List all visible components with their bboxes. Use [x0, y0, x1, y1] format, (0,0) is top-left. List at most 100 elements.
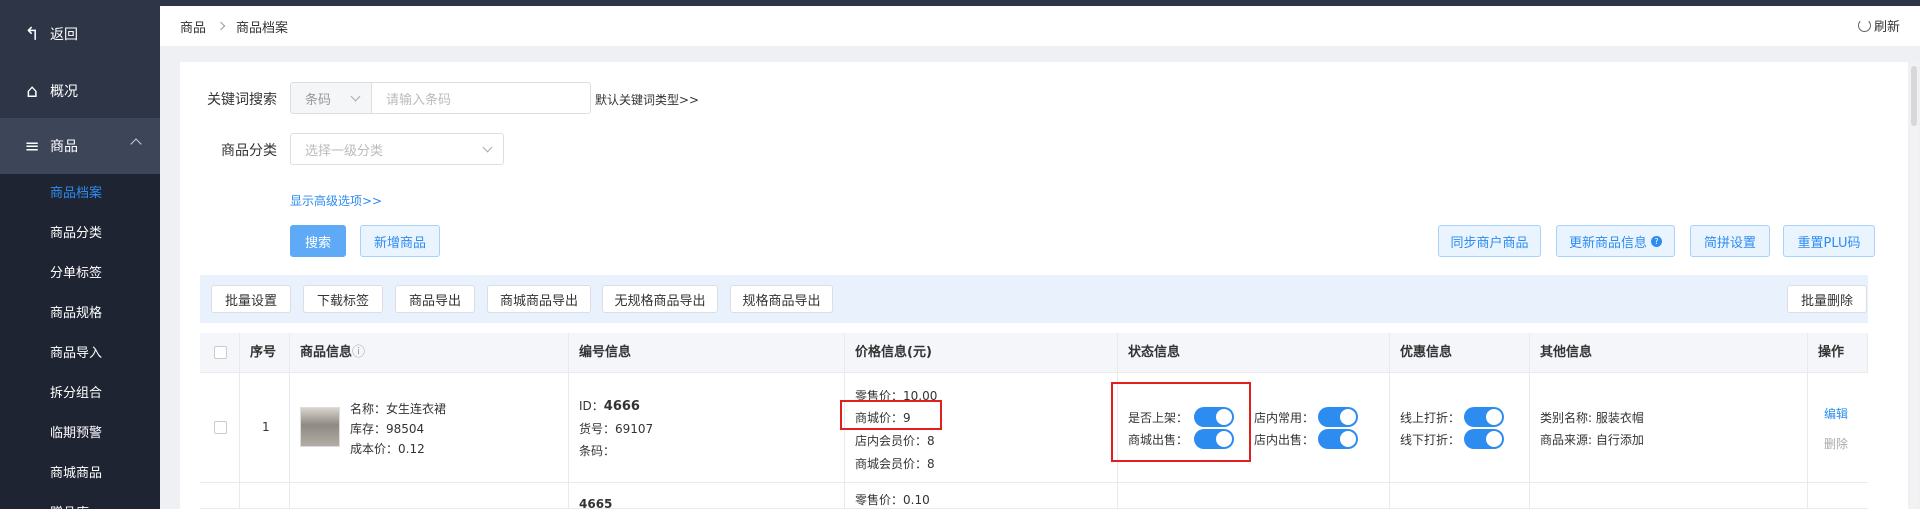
sidebar-item-label: 概况	[50, 84, 78, 100]
keyword-type-value: 条码	[305, 92, 332, 108]
goods-cost: 成本价：0.12	[350, 442, 425, 456]
code-info-cell: 4665	[569, 483, 845, 509]
export-goods-button[interactable]: 商品导出	[395, 285, 475, 313]
goods-id-value: 4665	[579, 497, 613, 509]
goods-barcode: 条码：	[579, 444, 616, 458]
category-select[interactable]: 选择一级分类	[290, 133, 504, 165]
online-discount-label: 线上打折：	[1400, 411, 1461, 425]
row-index-cell	[240, 483, 290, 508]
pinyin-settings-button[interactable]: 简拼设置	[1690, 225, 1770, 257]
sidebar-subitem-category[interactable]: 商品分类	[0, 214, 160, 254]
keyword-type-select[interactable]: 条码	[290, 82, 372, 114]
reset-plu-button[interactable]: 重置PLU码	[1783, 225, 1875, 257]
keyword-placeholder: 请输入条码	[386, 92, 452, 108]
table-header: 序号 商品信息ⓘ 编号信息 价格信息(元) 状态信息 优惠信息 其他信息 操作	[200, 333, 1868, 373]
other-info-cell	[1530, 483, 1808, 508]
back-arrow-icon: ↰	[24, 23, 40, 45]
download-labels-button[interactable]: 下载标签	[303, 285, 383, 313]
goods-thumbnail[interactable]	[300, 407, 340, 447]
goods-id: ID：4666	[579, 397, 640, 414]
sidebar-subitem-archive[interactable]: 商品档案	[0, 174, 160, 214]
table-row: 4665 零售价：0.10	[200, 483, 1868, 509]
sidebar-subitem-import[interactable]: 商品导入	[0, 334, 160, 374]
scrollbar-thumb[interactable]	[1911, 66, 1917, 126]
header-goods-info-label: 商品信息	[300, 345, 353, 360]
refresh-label: 刷新	[1873, 20, 1900, 35]
sidebar-item-overview[interactable]: ⌂ 概况	[0, 70, 160, 112]
row-select-cell	[200, 483, 240, 508]
retail-price: 零售价：0.10	[855, 493, 930, 507]
header-price-info: 价格信息(元)	[845, 333, 1118, 373]
info-icon: ⓘ	[352, 345, 366, 360]
batch-settings-button[interactable]: 批量设置	[211, 285, 291, 313]
sidebar-subitem-gift[interactable]: 赠品库	[0, 494, 160, 509]
code-info-cell: ID：4666 货号：69107 条码：	[569, 373, 845, 482]
store-sale-label: 店内出售：	[1254, 433, 1315, 447]
store-common-toggle[interactable]	[1318, 407, 1358, 427]
goods-name: 名称：女生连衣裙	[350, 402, 447, 416]
sidebar-subitem-mall[interactable]: 商城商品	[0, 454, 160, 494]
select-all-checkbox[interactable]	[214, 346, 227, 359]
goods-info-cell	[290, 483, 569, 508]
goods-id-label: ID：	[579, 399, 604, 413]
sidebar-item-label: 商品	[50, 139, 78, 155]
offline-discount-toggle[interactable]	[1464, 429, 1504, 449]
header-actions: 操作	[1808, 333, 1868, 373]
keyword-input[interactable]: 请输入条码	[371, 82, 591, 114]
back-label: 返回	[50, 27, 78, 43]
export-mall-goods-button[interactable]: 商城商品导出	[487, 285, 591, 313]
other-info-cell: 类别名称: 服装衣帽 商品来源: 自行添加	[1530, 373, 1808, 482]
help-icon: ?	[1651, 235, 1662, 247]
chevron-down-icon	[350, 91, 361, 102]
actions-cell	[1808, 483, 1868, 508]
header-other-info: 其他信息	[1530, 333, 1808, 373]
back-button[interactable]: ↰ 返回	[0, 14, 160, 54]
default-keyword-type-link[interactable]: 默认关键词类型>>	[595, 91, 699, 108]
sidebar-submenu: 商品档案 商品分类 分单标签 商品规格 商品导入 拆分组合 临期预警 商城商品 …	[0, 174, 160, 509]
sidebar: ↰ 返回 ⌂ 概况 ≡ 商品 商品档案 商品分类 分单标签 商品规格 商品导入 …	[0, 0, 160, 509]
status-highlight	[1111, 382, 1251, 462]
update-goods-info-button[interactable]: 更新商品信息?	[1556, 225, 1675, 257]
chevron-down-icon	[482, 142, 493, 153]
goods-source: 商品来源: 自行添加	[1540, 433, 1644, 447]
chevron-right-icon	[216, 21, 226, 31]
menu-icon: ≡	[24, 135, 40, 157]
sidebar-subitem-spec[interactable]: 商品规格	[0, 294, 160, 334]
sidebar-item-goods[interactable]: ≡ 商品	[0, 118, 160, 174]
edit-link[interactable]: 编辑	[1824, 405, 1848, 422]
delete-link[interactable]: 删除	[1824, 435, 1848, 452]
batch-delete-button[interactable]: 批量删除	[1787, 285, 1867, 313]
row-index: 1	[262, 420, 270, 434]
sidebar-subitem-label[interactable]: 分单标签	[0, 254, 160, 294]
export-spec-goods-button[interactable]: 规格商品导出	[730, 285, 833, 313]
row-checkbox[interactable]	[214, 421, 227, 434]
category-name: 类别名称: 服装衣帽	[1540, 411, 1644, 425]
keyword-search-label: 关键词搜索	[207, 92, 277, 108]
member-price: 店内会员价：8	[855, 434, 935, 448]
header-status-info: 状态信息	[1118, 333, 1390, 373]
advanced-options-link[interactable]: 显示高级选项>>	[290, 192, 382, 209]
price-info-cell: 零售价：0.10	[845, 483, 1118, 508]
refresh-button[interactable]: 刷新	[1857, 16, 1900, 35]
discount-info-cell: 线上打折： 线下打折：	[1390, 373, 1530, 482]
export-no-spec-goods-button[interactable]: 无规格商品导出	[602, 285, 718, 313]
goods-sku: 货号：69107	[579, 422, 654, 436]
discount-info-cell	[1390, 483, 1530, 508]
goods-id-value: 4666	[603, 399, 640, 414]
row-select-cell	[200, 373, 240, 482]
search-button[interactable]: 搜索	[290, 225, 346, 257]
sync-merchant-goods-button[interactable]: 同步商户商品	[1438, 225, 1541, 257]
add-goods-button[interactable]: 新增商品	[360, 225, 440, 257]
online-discount-toggle[interactable]	[1464, 407, 1504, 427]
mall-member-price: 商城会员价：8	[855, 457, 935, 471]
sidebar-subitem-combo[interactable]: 拆分组合	[0, 374, 160, 414]
offline-discount-label: 线下打折：	[1400, 433, 1461, 447]
store-sale-toggle[interactable]	[1318, 429, 1358, 449]
scrollbar[interactable]	[1910, 62, 1918, 509]
update-goods-info-label: 更新商品信息	[1568, 235, 1647, 251]
actions-cell: 编辑 删除	[1808, 373, 1868, 482]
breadcrumb-root[interactable]: 商品	[180, 17, 206, 36]
home-icon: ⌂	[26, 80, 38, 102]
sidebar-subitem-expiry[interactable]: 临期预警	[0, 414, 160, 454]
category-label: 商品分类	[221, 143, 277, 159]
